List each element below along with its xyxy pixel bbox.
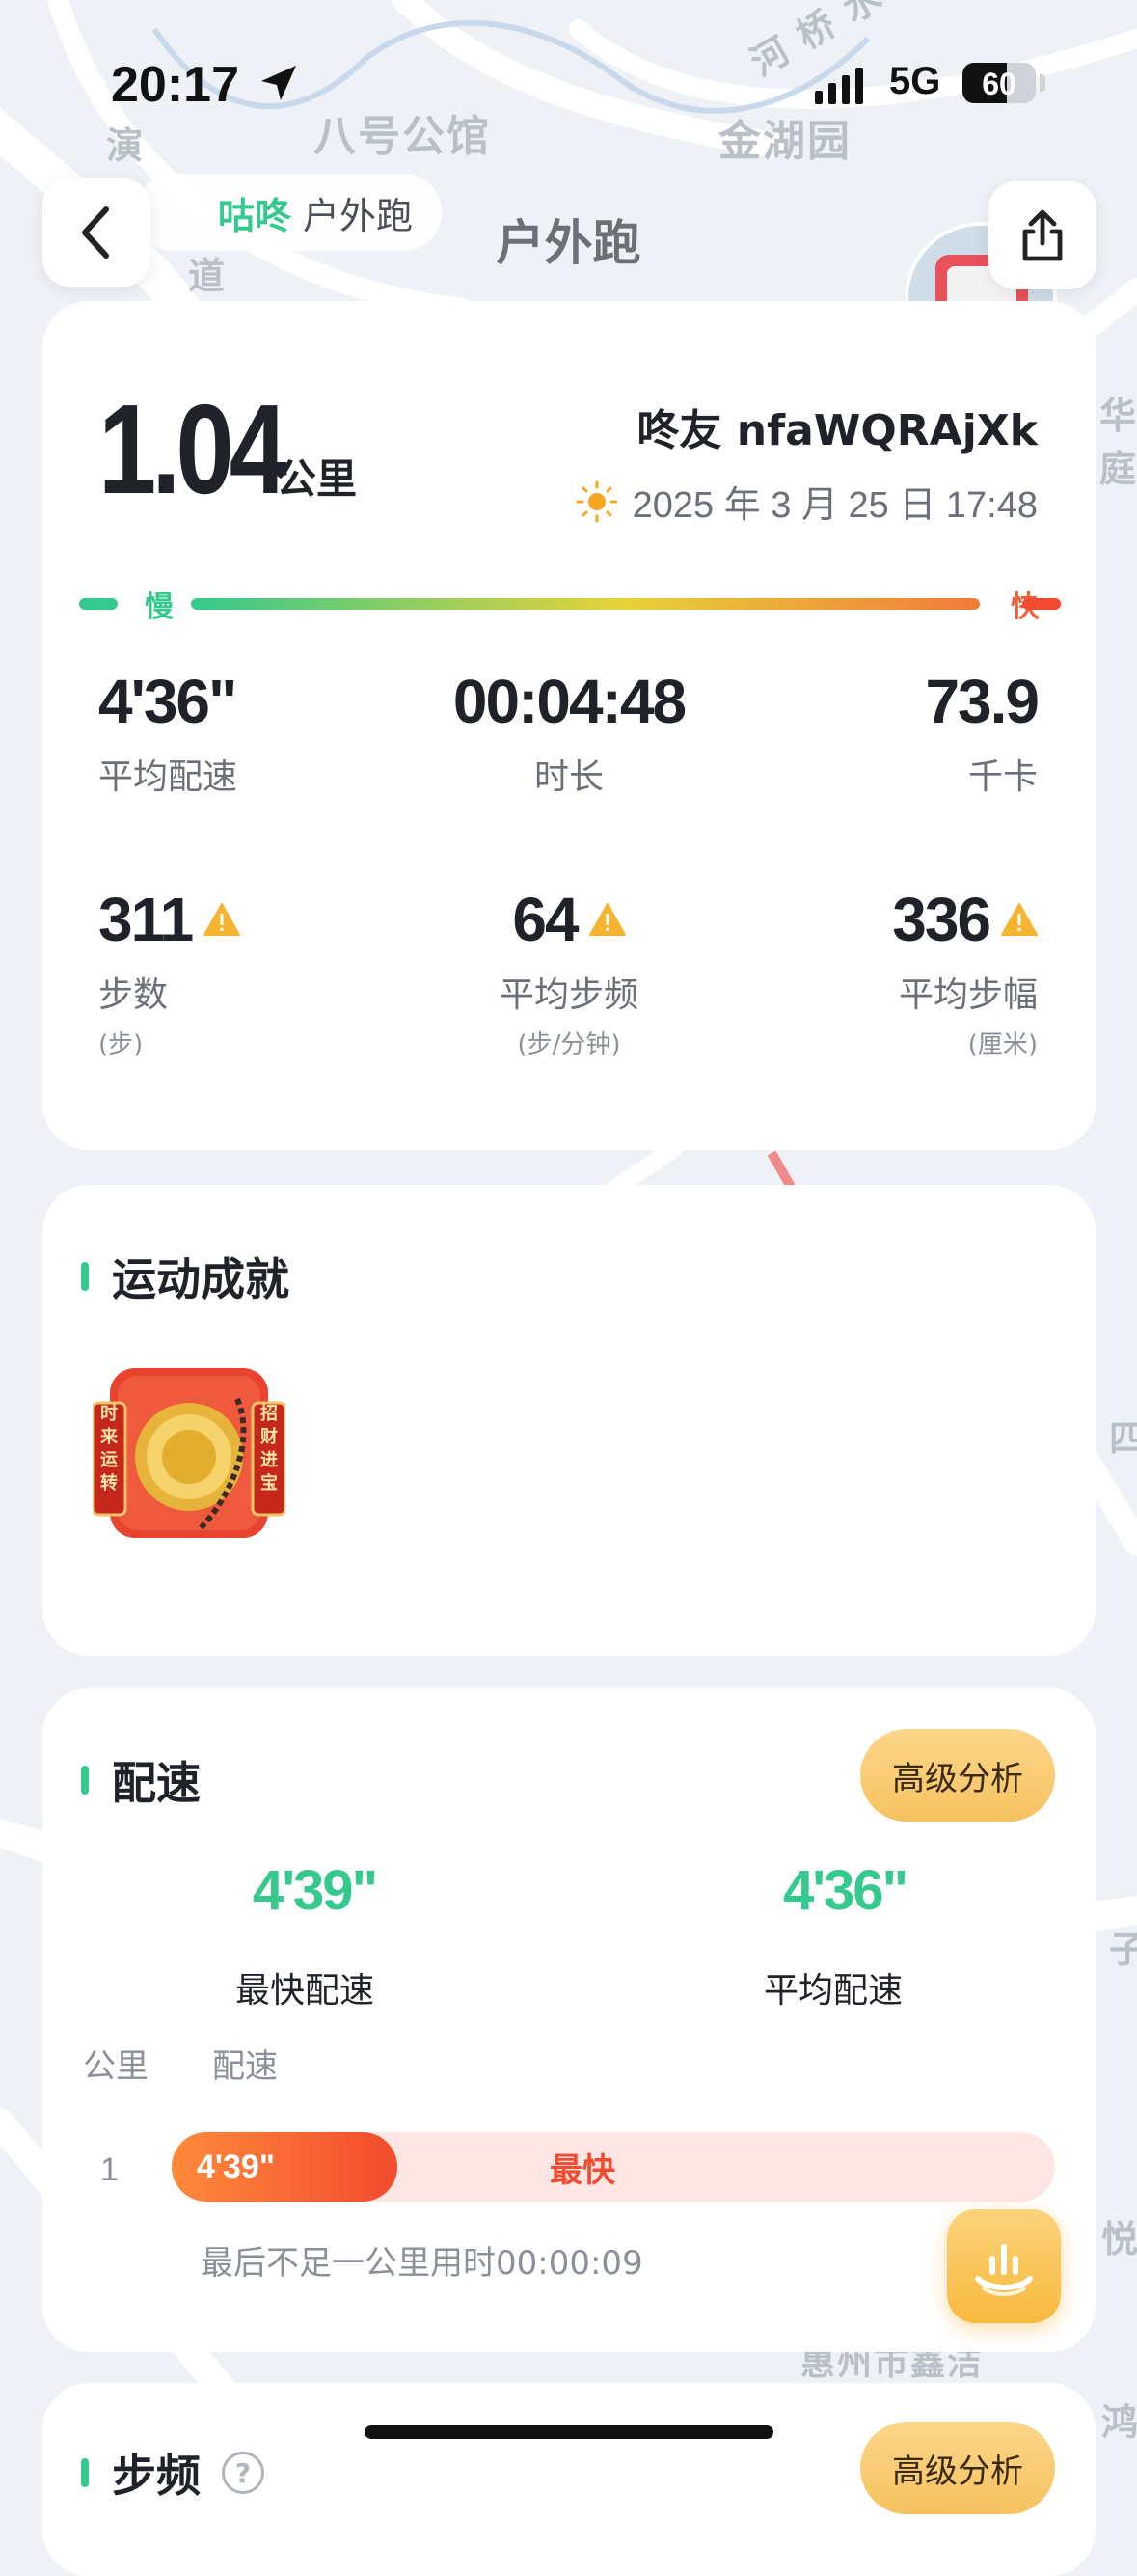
stat-value: 311 xyxy=(98,885,194,954)
column-header-km: 公里 xyxy=(83,2047,149,2086)
slow-dash xyxy=(79,598,118,610)
sun-icon xyxy=(576,480,618,522)
map-label: 四 xyxy=(1109,1417,1137,1460)
section-title: 步频 ? xyxy=(81,2441,264,2505)
section-marker xyxy=(81,1262,89,1291)
pace-bar: 4'39" xyxy=(172,2132,397,2202)
fastest-pace-label: 最快配速 xyxy=(235,1971,375,2011)
medal-left-text: 时来运转 xyxy=(100,1404,118,1494)
stat-label: 平均步频 xyxy=(499,975,638,1015)
share-icon xyxy=(1022,209,1063,261)
location-arrow-icon xyxy=(261,66,296,100)
section-title: 运动成就 xyxy=(81,1245,289,1308)
stat-value: 336 xyxy=(892,885,991,954)
status-time: 20:17 xyxy=(111,57,239,113)
distance-display: 1.04 公里 xyxy=(98,376,357,522)
stat-avg-pace: 4'36" 平均配速 xyxy=(98,666,237,799)
speed-legend-bar: 慢 快 xyxy=(79,583,1061,624)
medal-right-text: 招财进宝 xyxy=(260,1404,278,1494)
stat-unit: (厘米) xyxy=(967,1030,1038,1059)
distance-value: 1.04 xyxy=(98,378,287,520)
advanced-analysis-button[interactable]: 高级分析 xyxy=(860,2422,1055,2514)
stat-unit: (步/分钟) xyxy=(517,1030,621,1059)
achievement-title: 运动成就 xyxy=(112,1253,289,1305)
fastest-pace-value: 4'39" xyxy=(253,1859,378,1922)
map-label: 子 xyxy=(1109,1929,1137,1971)
section-marker xyxy=(81,1766,89,1795)
share-button[interactable] xyxy=(988,181,1096,289)
stat-label: 时长 xyxy=(533,757,604,797)
date-row: 2025 年 3 月 25 日 17:48 xyxy=(575,475,1038,528)
last-segment-note: 最后不足一公里用时00:00:09 xyxy=(201,2244,643,2283)
average-pace-label: 平均配速 xyxy=(764,1971,904,2011)
stat-value: 73.9 xyxy=(925,667,1040,736)
help-icon[interactable]: ? xyxy=(222,2452,264,2494)
trophy-podium-icon xyxy=(975,2244,1033,2296)
status-bar: 20:17 5G 60 xyxy=(0,0,1137,164)
stat-calories: 73.9 千卡 xyxy=(925,666,1040,799)
pace-row-km: 1 xyxy=(100,2151,119,2188)
speed-gradient xyxy=(191,598,980,610)
stat-steps: 311 步数 (步) xyxy=(98,884,241,1060)
advanced-analysis-button[interactable]: 高级分析 xyxy=(860,1729,1055,1822)
stat-label: 平均步幅 xyxy=(898,975,1038,1015)
stat-unit: (步) xyxy=(98,1030,144,1059)
network-type: 5G xyxy=(889,60,941,102)
stat-stride: 336 平均步幅 (厘米) xyxy=(892,884,1038,1060)
average-pace-value: 4'36" xyxy=(783,1859,908,1922)
warning-icon[interactable] xyxy=(203,902,241,937)
map-label: 鸿 xyxy=(1101,2401,1137,2444)
stat-value: 4'36" xyxy=(98,667,237,736)
stat-duration: 00:04:48 时长 xyxy=(376,666,762,799)
cadence-card: 步频 ? 高级分析 xyxy=(42,2383,1096,2576)
stat-label: 平均配速 xyxy=(98,757,238,797)
float-action-button[interactable] xyxy=(947,2209,1061,2323)
stat-label: 步数 xyxy=(98,975,169,1015)
signal-icon xyxy=(815,68,863,104)
map-label: 华庭 xyxy=(1099,395,1137,490)
warning-icon[interactable] xyxy=(1001,902,1038,937)
summary-card: 1.04 公里 咚友 nfaWQRAjXk 2025 年 3 月 25 日 17… xyxy=(42,301,1096,1150)
pace-title: 配速 xyxy=(112,1757,201,1809)
distance-unit: 公里 xyxy=(276,455,358,503)
stat-cadence: 64 平均步频 (步/分钟) xyxy=(376,884,762,1060)
fast-dash xyxy=(1022,598,1061,610)
stat-label: 千卡 xyxy=(967,757,1038,797)
section-marker xyxy=(81,2458,89,2487)
battery-icon: 60 xyxy=(962,63,1036,103)
cadence-title: 步频 xyxy=(112,2450,201,2502)
achievement-card: 运动成就 时来运转 招财进宝 xyxy=(42,1185,1096,1656)
stat-value: 64 xyxy=(512,885,579,954)
user-name: 咚友 nfaWQRAjXk xyxy=(636,406,1038,455)
stat-value: 00:04:48 xyxy=(452,667,687,736)
pace-card: 配速 高级分析 4'39" 最快配速 4'36" 平均配速 公里 配速 1 4'… xyxy=(42,1688,1096,2352)
battery-level: 60 xyxy=(982,67,1016,101)
run-date: 2025 年 3 月 25 日 17:48 xyxy=(632,485,1038,526)
warning-icon[interactable] xyxy=(588,902,626,937)
slow-label: 慢 xyxy=(145,590,174,624)
home-indicator[interactable] xyxy=(365,2425,773,2439)
pace-bar-track: 4'39" 最快 xyxy=(172,2132,1055,2202)
battery-tip xyxy=(1040,74,1045,92)
column-header-pace: 配速 xyxy=(212,2047,278,2086)
section-title: 配速 xyxy=(81,1748,201,1812)
map-label: 悦 xyxy=(1101,2218,1137,2261)
fastest-tag: 最快 xyxy=(550,2151,615,2190)
